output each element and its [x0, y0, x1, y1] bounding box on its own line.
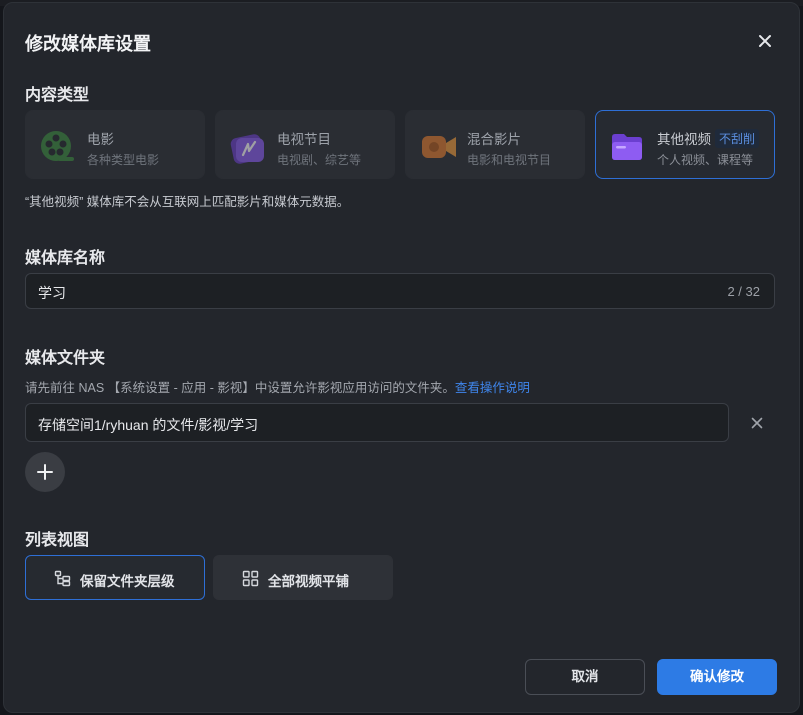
content-type-name: 电视节目: [277, 132, 331, 147]
content-type-desc: 各种类型电影: [87, 153, 160, 167]
content-type-desc: 电影和电视节目: [467, 153, 552, 167]
content-type-desc: 电视剧、综艺等: [277, 153, 362, 167]
view-keep-folder-hierarchy[interactable]: 保留文件夹层级: [25, 555, 205, 600]
help-link[interactable]: 查看操作说明: [455, 381, 530, 395]
folder-path-field[interactable]: 存储空间1/ryhuan 的文件/影视/学习: [25, 403, 729, 442]
video-camera-icon: [422, 136, 456, 158]
confirm-button[interactable]: 确认修改: [657, 659, 777, 695]
view-option-label: 全部视频平铺: [268, 574, 349, 589]
content-type-name: 其他视频 不刮削: [657, 128, 760, 148]
view-option-label: 保留文件夹层级: [80, 574, 175, 589]
content-type-note: “其他视频” 媒体库不会从互联网上匹配影片和媒体元数据。: [25, 195, 350, 209]
content-type-mixed[interactable]: 混合影片 电影和电视节目: [405, 110, 585, 179]
cancel-button[interactable]: 取消: [525, 659, 645, 695]
edit-library-dialog: 修改媒体库设置 内容类型 电影 各种类型电影 电视节目 电视剧、综艺等 混合影片…: [3, 2, 800, 713]
remove-folder-button[interactable]: [748, 414, 766, 432]
media-folder-label: 媒体文件夹: [25, 350, 106, 367]
content-type-other[interactable]: 其他视频 不刮削 个人视频、课程等: [595, 110, 775, 179]
close-icon: [759, 35, 771, 47]
tv-show-icon: [230, 134, 264, 164]
film-reel-icon: [41, 131, 74, 161]
grid-icon: [242, 570, 259, 587]
dialog-title: 修改媒体库设置: [25, 34, 151, 54]
library-name-label: 媒体库名称: [25, 250, 106, 267]
plus-icon: [37, 464, 53, 480]
view-flatten-all-videos[interactable]: 全部视频平铺: [213, 555, 393, 600]
char-counter: 2 / 32: [727, 284, 760, 299]
content-type-desc: 个人视频、课程等: [657, 153, 754, 167]
content-type-name: 电影: [87, 132, 114, 147]
folder-tree-icon: [54, 570, 71, 587]
list-view-label: 列表视图: [25, 532, 90, 549]
no-scrape-badge: 不刮削: [715, 129, 760, 148]
folder-video-icon: [612, 134, 642, 160]
close-button[interactable]: [754, 30, 776, 52]
library-name-input[interactable]: 学习 2 / 32: [25, 273, 775, 309]
media-folder-hint: 请先前往 NAS 【系统设置 - 应用 - 影视】中设置允许影视应用访问的文件夹…: [25, 381, 530, 395]
add-folder-button[interactable]: [25, 452, 65, 492]
library-name-value: 学习: [38, 285, 66, 301]
content-type-name: 混合影片: [467, 132, 521, 147]
content-type-label: 内容类型: [25, 87, 90, 104]
folder-path-value: 存储空间1/ryhuan 的文件/影视/学习: [38, 417, 259, 433]
close-icon: [751, 417, 763, 429]
content-type-movie[interactable]: 电影 各种类型电影: [25, 110, 205, 179]
content-type-tv[interactable]: 电视节目 电视剧、综艺等: [215, 110, 395, 179]
